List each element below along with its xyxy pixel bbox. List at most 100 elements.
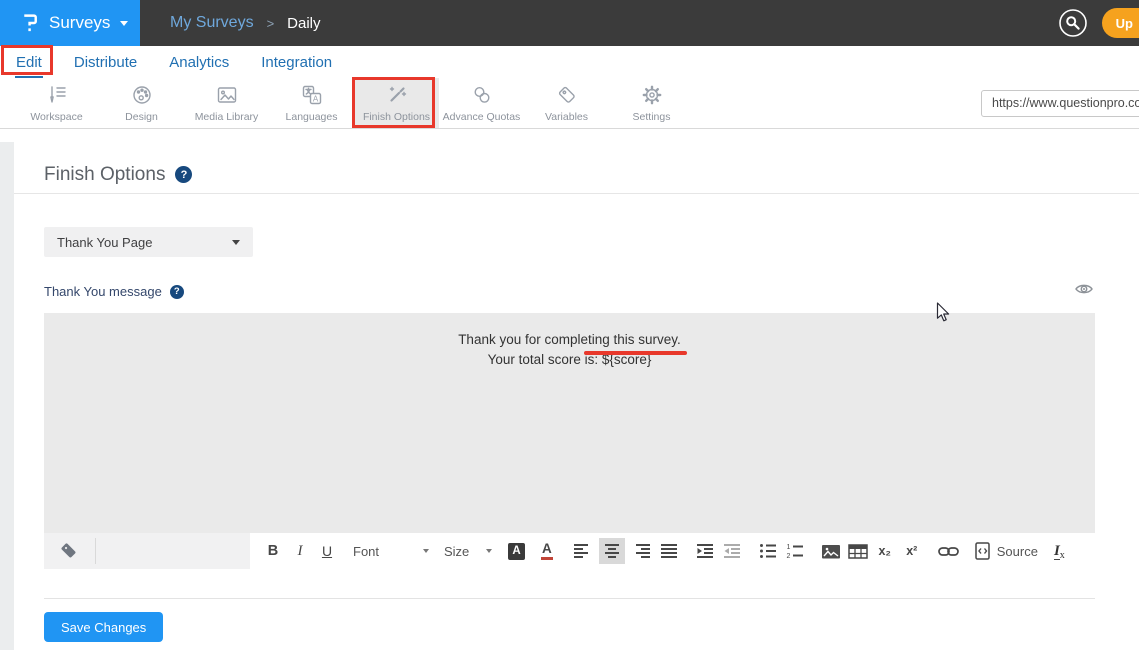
decrease-indent-button[interactable] (722, 538, 742, 564)
tab-integration[interactable]: Integration (260, 49, 333, 78)
help-icon[interactable]: ? (175, 166, 192, 183)
text-color-icon: A (541, 542, 553, 560)
numbered-list-icon: 1 2 (786, 543, 804, 559)
toolbar-item-label: Languages (286, 111, 338, 123)
tab-analytics[interactable]: Analytics (168, 49, 230, 78)
toolbar-item-variables[interactable]: Variables (524, 78, 609, 128)
rich-text-editor: Thank you for completing this survey. Yo… (44, 313, 1095, 569)
justify-icon (660, 543, 678, 559)
toolbar-item-finish-options[interactable]: Finish Options (354, 78, 439, 128)
page-title: Finish Options (44, 164, 165, 186)
preview-toggle[interactable] (1073, 281, 1095, 302)
help-icon[interactable]: ? (170, 285, 184, 299)
align-center-icon (603, 543, 621, 559)
toolbar-item-label: Workspace (30, 111, 82, 123)
background-color-icon: A (508, 543, 525, 560)
chevron-down-icon (423, 549, 429, 553)
header-divider (14, 193, 1139, 194)
bold-button[interactable]: B (263, 538, 283, 564)
breadcrumb-my-surveys[interactable]: My Surveys (170, 14, 254, 32)
svg-text:2: 2 (786, 553, 790, 559)
toolbar-item-label: Media Library (195, 111, 259, 123)
content-area: Finish Options ? Thank You Page Thank Yo… (0, 142, 1139, 650)
toolbar-item-label: Advance Quotas (443, 111, 521, 123)
svg-text:1: 1 (786, 544, 790, 551)
questionpro-logo-icon (21, 11, 39, 35)
superscript-button[interactable]: x² (902, 538, 922, 564)
toolbar-item-advance-quotas[interactable]: Advance Quotas (439, 78, 524, 128)
save-changes-button[interactable]: Save Changes (44, 612, 163, 642)
chevron-down-icon (120, 21, 128, 26)
outdent-icon (723, 543, 741, 559)
eye-icon (1073, 281, 1095, 297)
toolbar-item-workspace[interactable]: Workspace (14, 78, 99, 128)
search-icon[interactable] (1059, 9, 1087, 37)
toolbar-item-design[interactable]: Design (99, 78, 184, 128)
italic-button[interactable]: I (290, 538, 310, 564)
editor-toolbar-buttons: B I U Font Size A (250, 538, 1065, 564)
size-dropdown-label: Size (444, 544, 469, 559)
finish-options-icon (385, 83, 409, 107)
survey-tabs: Edit Distribute Analytics Integration (0, 46, 1139, 78)
toolbar-item-label: Settings (633, 111, 671, 123)
remove-format-button[interactable]: Ix (1054, 542, 1065, 561)
app-screen: Surveys My Surveys > Daily Up Edit Distr… (0, 0, 1139, 650)
finish-type-dropdown[interactable]: Thank You Page (44, 227, 253, 257)
breadcrumb-separator: > (267, 16, 275, 31)
workspace-icon (45, 83, 69, 107)
editor-text-line: Thank you for completing this survey. (44, 330, 1095, 350)
edit-toolbar: Workspace Design Media Library (0, 78, 1139, 129)
survey-url-input[interactable] (981, 90, 1139, 117)
source-button-label: Source (997, 544, 1038, 559)
toolbar-item-label: Design (125, 111, 158, 123)
text-color-button[interactable]: A (541, 542, 556, 560)
font-dropdown[interactable]: Font (353, 538, 429, 564)
top-navbar: Surveys My Surveys > Daily Up (0, 0, 1139, 46)
media-library-icon (215, 83, 239, 107)
editor-text-line: Your total score is: ${score} (44, 350, 1095, 370)
font-dropdown-label: Font (353, 544, 379, 559)
toolbar-item-settings[interactable]: Settings (609, 78, 694, 128)
insert-table-button[interactable] (848, 538, 868, 564)
advance-quotas-icon (470, 83, 494, 107)
bulleted-list-icon (759, 543, 777, 559)
thank-you-message-label: Thank You message (44, 284, 162, 299)
tab-edit[interactable]: Edit (15, 49, 43, 78)
align-center-button[interactable] (599, 538, 625, 564)
justify-button[interactable] (659, 538, 679, 564)
indent-icon (696, 543, 714, 559)
settings-icon (640, 83, 664, 107)
topbar-right: Up (1059, 8, 1139, 38)
source-button[interactable]: Source (975, 542, 1038, 560)
toolbar-item-languages[interactable]: A Languages (269, 78, 354, 128)
product-switcher[interactable]: Surveys (0, 0, 140, 46)
link-icon (938, 545, 959, 558)
insert-link-button[interactable] (938, 538, 959, 564)
bulleted-list-button[interactable] (758, 538, 778, 564)
editor-toolbar-left (44, 533, 250, 569)
brand-label: Surveys (49, 13, 110, 33)
tab-distribute[interactable]: Distribute (73, 49, 138, 78)
align-right-button[interactable] (632, 538, 652, 564)
background-color-button[interactable]: A (508, 543, 528, 560)
editor-content[interactable]: Thank you for completing this survey. Yo… (44, 313, 1095, 533)
numbered-list-button[interactable]: 1 2 (785, 538, 805, 564)
source-icon (975, 542, 991, 560)
message-label-row: Thank You message ? (44, 281, 1095, 302)
breadcrumb-current-survey: Daily (287, 15, 320, 32)
merge-tag-icon[interactable] (58, 540, 80, 562)
table-icon (848, 543, 868, 560)
toolbar-item-media-library[interactable]: Media Library (184, 78, 269, 128)
svg-text:A: A (312, 94, 318, 103)
size-dropdown[interactable]: Size (444, 538, 492, 564)
insert-image-button[interactable] (821, 538, 841, 564)
chevron-down-icon (232, 240, 240, 245)
upgrade-button[interactable]: Up (1102, 8, 1139, 38)
subscript-button[interactable]: x₂ (875, 538, 895, 564)
languages-icon: A (300, 83, 324, 107)
align-left-icon (573, 543, 591, 559)
increase-indent-button[interactable] (695, 538, 715, 564)
underline-button[interactable]: U (317, 538, 337, 564)
toolbar-item-label: Finish Options (363, 111, 430, 123)
align-left-button[interactable] (572, 538, 592, 564)
